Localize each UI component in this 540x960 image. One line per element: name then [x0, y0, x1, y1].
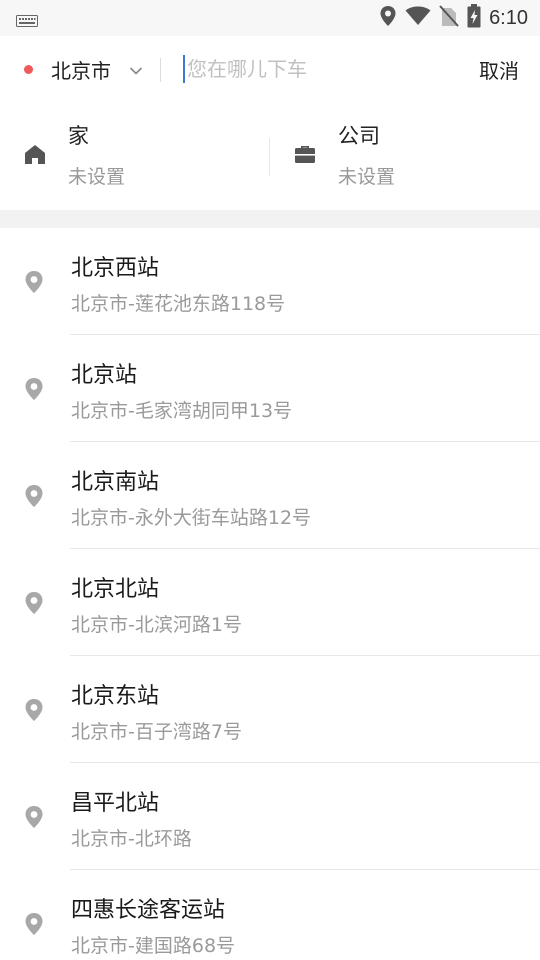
location-pin-icon: [24, 805, 44, 833]
home-title: 家: [68, 124, 89, 148]
place-address: 北京市-建国路68号: [71, 935, 236, 957]
keyboard-icon: [16, 12, 38, 31]
place-name: 北京北站: [71, 577, 160, 602]
location-pin-icon: [24, 377, 44, 405]
place-name: 四惠长途客运站: [71, 898, 226, 923]
place-address: 北京市-莲花池东路118号: [71, 293, 286, 315]
place-name: 北京东站: [71, 684, 160, 709]
place-address: 北京市-北滨河路1号: [71, 614, 242, 636]
status-bar: 6:10: [0, 0, 540, 36]
place-address: 北京市-永外大街车站路12号: [71, 507, 312, 529]
place-address: 北京市-北环路: [71, 828, 192, 850]
results-list: 北京西站 北京市-莲花池东路118号 北京站 北京市-毛家湾胡同甲13号 北京南…: [0, 228, 540, 960]
place-address: 北京市-毛家湾胡同甲13号: [71, 400, 293, 422]
destination-search-input[interactable]: [187, 52, 447, 86]
search-header: 北京市 取消: [0, 36, 540, 104]
list-item[interactable]: 北京东站 北京市-百子湾路7号: [0, 656, 540, 763]
cancel-button[interactable]: 取消: [479, 55, 519, 84]
wifi-icon: [405, 6, 431, 30]
saved-places: 家 未设置 公司 未设置: [0, 104, 540, 210]
home-shortcut[interactable]: 家 未设置: [0, 104, 270, 210]
list-item[interactable]: 四惠长途客运站 北京市-建国路68号: [0, 870, 540, 960]
list-item[interactable]: 北京站 北京市-毛家湾胡同甲13号: [0, 335, 540, 442]
clock: 6:10: [489, 6, 528, 29]
list-item[interactable]: 昌平北站 北京市-北环路: [0, 763, 540, 870]
place-name: 北京西站: [71, 256, 160, 281]
company-shortcut[interactable]: 公司 未设置: [270, 104, 540, 210]
company-subtitle: 未设置: [338, 166, 396, 188]
section-divider: [0, 210, 540, 228]
company-title: 公司: [338, 124, 380, 148]
chevron-down-icon[interactable]: [129, 61, 143, 80]
location-pin-icon: [24, 270, 44, 298]
location-icon: [379, 5, 397, 31]
list-item[interactable]: 北京西站 北京市-莲花池东路118号: [0, 228, 540, 335]
location-pin-icon: [24, 591, 44, 619]
battery-charging-icon: [467, 4, 481, 32]
place-name: 昌平北站: [71, 791, 160, 816]
no-sim-icon: [439, 5, 459, 31]
list-item[interactable]: 北京南站 北京市-永外大街车站路12号: [0, 442, 540, 549]
briefcase-icon: [294, 144, 316, 168]
home-subtitle: 未设置: [68, 166, 126, 188]
city-dot-icon: [24, 65, 33, 74]
city-selector[interactable]: 北京市: [51, 55, 111, 84]
location-pin-icon: [24, 698, 44, 726]
place-name: 北京南站: [71, 470, 160, 495]
home-icon: [24, 144, 46, 168]
place-address: 北京市-百子湾路7号: [71, 721, 242, 743]
text-caret: [183, 55, 185, 83]
location-pin-icon: [24, 912, 44, 940]
divider: [160, 58, 161, 82]
list-item[interactable]: 北京北站 北京市-北滨河路1号: [0, 549, 540, 656]
location-pin-icon: [24, 484, 44, 512]
place-name: 北京站: [71, 363, 138, 388]
